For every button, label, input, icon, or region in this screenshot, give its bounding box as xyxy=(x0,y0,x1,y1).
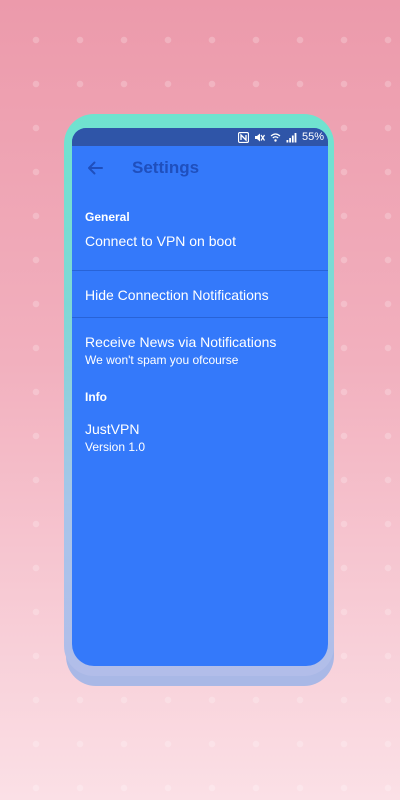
section-header-info: Info xyxy=(85,390,107,404)
status-bar: 55% xyxy=(72,128,328,146)
pref-title: Connect to VPN on boot xyxy=(85,233,236,249)
pref-hide-connection-notifications[interactable]: Hide Connection Notifications xyxy=(72,271,328,318)
app-bar: Settings xyxy=(72,146,328,190)
pref-title: JustVPN xyxy=(85,421,140,437)
nfc-icon xyxy=(237,131,249,143)
mute-icon xyxy=(254,132,265,143)
pref-receive-news[interactable]: Receive News via Notifications We won't … xyxy=(72,318,328,382)
page-title: Settings xyxy=(132,158,200,177)
pref-title: Receive News via Notifications xyxy=(85,334,277,350)
pref-app-info[interactable]: JustVPN Version 1.0 xyxy=(72,404,328,461)
signal-icon xyxy=(286,132,297,143)
arrow-left-icon xyxy=(88,161,103,175)
phone-screen: 55% Settings General Connect to VPN on b… xyxy=(72,128,328,666)
pref-summary: Version 1.0 xyxy=(85,440,146,454)
wifi-icon xyxy=(270,132,281,143)
pref-summary: We won't spam you ofcourse xyxy=(85,353,239,367)
pref-connect-on-boot[interactable]: Connect to VPN on boot xyxy=(72,224,328,271)
pref-title: Hide Connection Notifications xyxy=(85,287,269,303)
back-button[interactable] xyxy=(72,146,118,190)
section-header-general: General xyxy=(85,210,130,224)
battery-level: 55% xyxy=(301,131,324,143)
